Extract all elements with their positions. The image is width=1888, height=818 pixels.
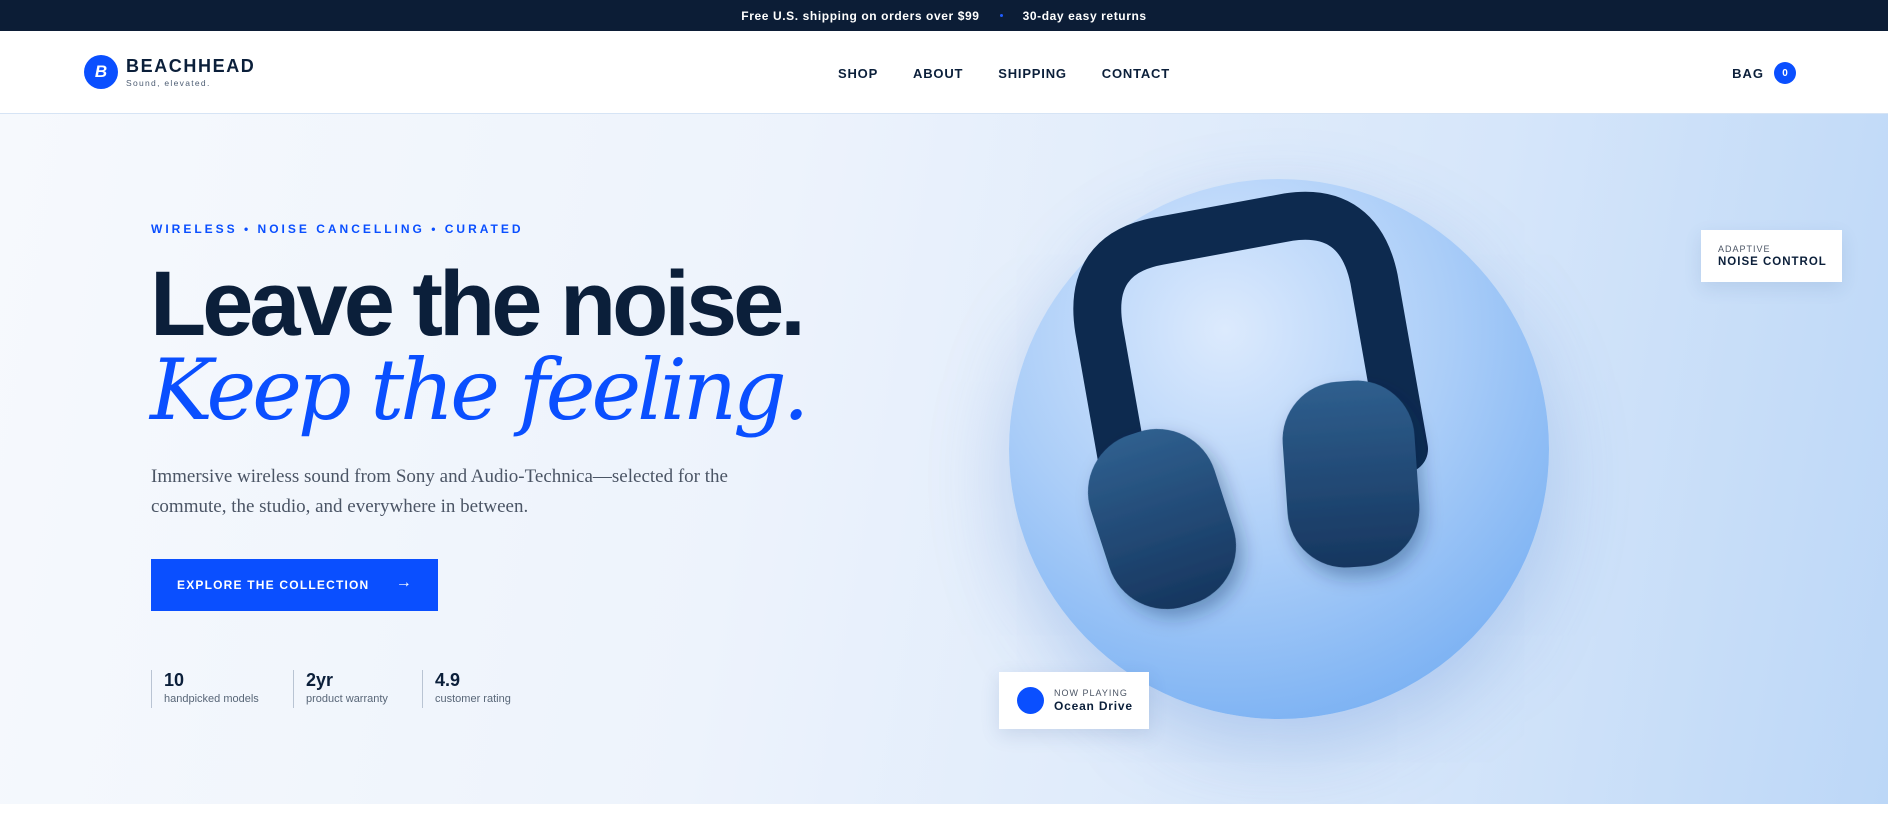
bag-count-badge: 0 [1774,62,1796,84]
explore-collection-button[interactable]: EXPLORE THE COLLECTION → [151,559,438,611]
stat-value: 4.9 [435,670,461,690]
now-playing-card[interactable]: NOW PLAYING Ocean Drive [999,672,1149,729]
brand-text: BEACHHEAD Sound, elevated. [126,57,255,88]
stat-value: 10 [164,670,185,690]
nav-shipping[interactable]: SHIPPING [998,66,1067,81]
stat-label: product warranty [306,693,388,705]
now-playing-track: Ocean Drive [1054,699,1133,713]
returns-notice: 30-day easy returns [1022,8,1147,23]
separator-dot-icon [999,14,1003,17]
feature-badge-small: ADAPTIVE [1718,244,1771,254]
now-playing-dot-icon [1017,687,1044,714]
nav-shop[interactable]: SHOP [838,66,878,81]
nav-contact[interactable]: CONTACT [1102,66,1170,81]
hero-headline-accent: Keep the feeling. [150,341,809,439]
stat-label: customer rating [435,693,511,705]
shipping-notice: Free U.S. shipping on orders over $99 [741,8,980,23]
feature-badge: ADAPTIVE NOISE CONTROL [1701,230,1842,282]
hero-eyebrow: WIRELESS • NOISE CANCELLING • CURATED [151,222,524,236]
b-logo-icon: B [84,55,118,89]
stat-warranty: 2yr product warranty [293,670,422,708]
nav-about[interactable]: ABOUT [913,66,963,81]
brand-tagline: Sound, elevated. [126,77,211,88]
main-nav: SHOP ABOUT SHIPPING CONTACT [838,66,1205,81]
now-playing-text: NOW PLAYING Ocean Drive [1054,688,1133,713]
brand-logo[interactable]: B BEACHHEAD Sound, elevated. [84,55,255,89]
feature-badge-title: NOISE CONTROL [1718,256,1827,268]
bag-button[interactable]: BAG 0 [1732,62,1796,84]
now-playing-label: NOW PLAYING [1054,688,1128,698]
arrow-right-icon: → [395,574,413,591]
hero-section: WIRELESS • NOISE CANCELLING • CURATED Le… [0,114,1888,804]
stat-models: 10 handpicked models [151,670,293,708]
stat-label: handpicked models [164,693,259,705]
stat-rating: 4.9 customer rating [422,670,542,708]
headphones-illustration [1073,191,1428,610]
hero-stats: 10 handpicked models 2yr product warrant… [151,670,542,708]
announcement-bar: Free U.S. shipping on orders over $99 30… [0,0,1888,31]
brand-name: BEACHHEAD [126,55,256,76]
right-ear-cup [1282,380,1420,568]
stat-value: 2yr [306,670,334,690]
hero-subtext: Immersive wireless sound from Sony and A… [151,466,728,517]
cta-label: EXPLORE THE COLLECTION [177,578,370,592]
site-header: B BEACHHEAD Sound, elevated. SHOP ABOUT … [0,31,1888,114]
bag-label: BAG [1732,65,1764,81]
